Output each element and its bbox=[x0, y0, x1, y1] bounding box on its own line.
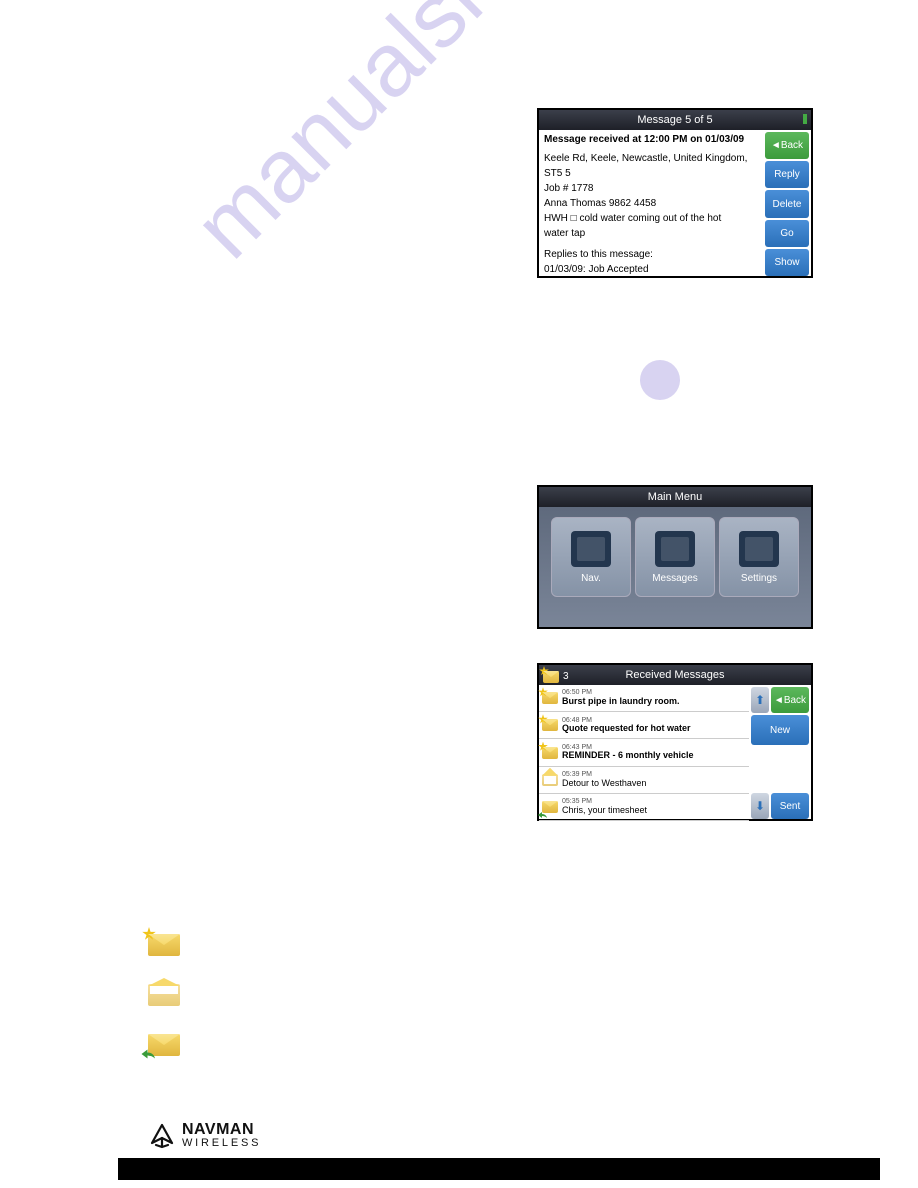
received-messages-screenshot: 3 Received Messages 06:50 PMBurst pipe i… bbox=[537, 663, 813, 821]
message-desc-2: water tap bbox=[544, 227, 758, 240]
settings-label: Settings bbox=[741, 573, 777, 584]
received-title-bar: 3 Received Messages bbox=[539, 665, 811, 685]
message-job: Job # 1778 bbox=[544, 182, 758, 195]
back-button[interactable]: ◄Back bbox=[765, 132, 809, 159]
main-menu-nav[interactable]: Nav. bbox=[551, 517, 631, 597]
reply-button[interactable]: Reply bbox=[765, 161, 809, 188]
list-item[interactable]: 05:39 PMDetour to Westhaven bbox=[539, 767, 749, 794]
row-subject: Chris, your timesheet bbox=[562, 806, 647, 816]
read-envelope-icon bbox=[542, 774, 558, 786]
unread-count: 3 bbox=[563, 667, 569, 687]
message-detail-screenshot: Message 5 of 5 Message received at 12:00… bbox=[537, 108, 813, 278]
new-button[interactable]: New bbox=[751, 715, 809, 745]
message-contact: Anna Thomas 9862 4458 bbox=[544, 197, 758, 210]
row-subject: Quote requested for hot water bbox=[562, 724, 691, 734]
main-menu-messages[interactable]: Messages bbox=[635, 517, 715, 597]
messages-icon bbox=[655, 531, 695, 567]
main-menu-title: Main Menu bbox=[539, 487, 811, 507]
received-title-text: Received Messages bbox=[625, 669, 724, 681]
scroll-down-button[interactable]: ⬇ bbox=[751, 793, 769, 819]
footer-bar bbox=[118, 1158, 880, 1180]
inbox-icon bbox=[543, 671, 559, 683]
message-title-bar: Message 5 of 5 bbox=[539, 110, 811, 130]
go-button[interactable]: Go bbox=[765, 220, 809, 247]
reply-1: 01/03/09: Job Accepted bbox=[544, 263, 758, 276]
navman-logo-icon bbox=[148, 1123, 176, 1149]
list-item[interactable]: 06:50 PMBurst pipe in laundry room. bbox=[539, 685, 749, 712]
navman-logo: NAVMAN WIRELESS bbox=[148, 1123, 261, 1149]
replies-header: Replies to this message: bbox=[544, 248, 758, 261]
list-item[interactable]: 05:35 PMChris, your timesheet bbox=[539, 794, 749, 821]
delete-button[interactable]: Delete bbox=[765, 190, 809, 217]
row-subject: Detour to Westhaven bbox=[562, 779, 646, 789]
unread-message-legend-icon bbox=[148, 934, 180, 956]
back-button[interactable]: ◄Back bbox=[771, 687, 809, 713]
brand-sub: WIRELESS bbox=[182, 1137, 261, 1149]
row-subject: Burst pipe in laundry room. bbox=[562, 697, 680, 707]
unread-envelope-icon bbox=[542, 692, 558, 704]
row-subject: REMINDER - 6 monthly vehicle bbox=[562, 751, 694, 761]
messages-label: Messages bbox=[652, 573, 698, 584]
message-address-1: Keele Rd, Keele, Newcastle, United Kingd… bbox=[544, 152, 758, 165]
replied-envelope-icon bbox=[542, 801, 558, 813]
list-item[interactable]: 06:43 PMREMINDER - 6 monthly vehicle bbox=[539, 739, 749, 766]
list-item[interactable]: 06:48 PMQuote requested for hot water bbox=[539, 712, 749, 739]
unread-envelope-icon bbox=[542, 719, 558, 731]
brand-name: NAVMAN bbox=[182, 1123, 261, 1137]
nav-icon bbox=[571, 531, 611, 567]
settings-icon bbox=[739, 531, 779, 567]
message-list: 06:50 PMBurst pipe in laundry room. 06:4… bbox=[539, 685, 749, 821]
message-address-2: ST5 5 bbox=[544, 167, 758, 180]
replied-message-legend-icon bbox=[148, 1034, 180, 1056]
message-received-line: Message received at 12:00 PM on 01/03/09 bbox=[544, 133, 758, 146]
read-message-legend-icon bbox=[148, 984, 180, 1006]
main-menu-screenshot: Main Menu Nav. Messages Settings bbox=[537, 485, 813, 629]
nav-label: Nav. bbox=[581, 573, 601, 584]
show-button[interactable]: Show bbox=[765, 249, 809, 276]
sent-button[interactable]: Sent bbox=[771, 793, 809, 819]
message-desc-1: HWH □ cold water coming out of the hot bbox=[544, 212, 758, 225]
main-menu-settings[interactable]: Settings bbox=[719, 517, 799, 597]
unread-envelope-icon bbox=[542, 747, 558, 759]
watermark-dot bbox=[640, 360, 680, 400]
scroll-up-button[interactable]: ⬆ bbox=[751, 687, 769, 713]
message-body-text: Message received at 12:00 PM on 01/03/09… bbox=[539, 130, 763, 278]
